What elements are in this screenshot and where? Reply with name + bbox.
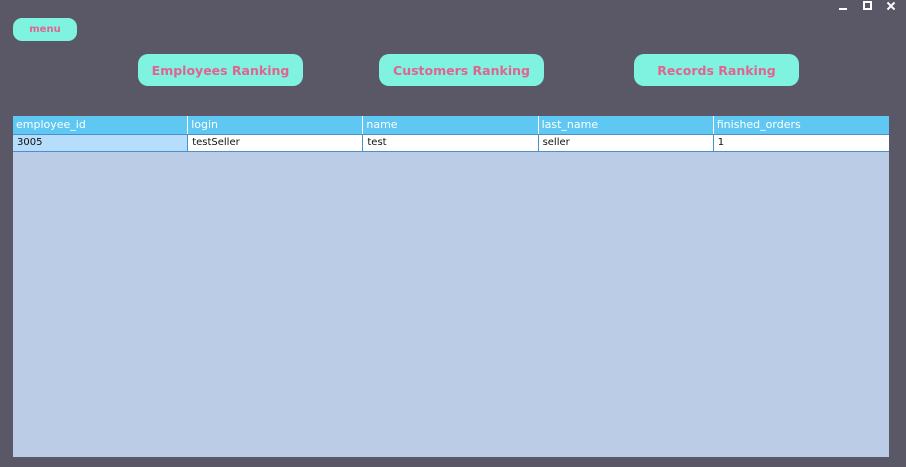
table-cell[interactable]: 1 [714, 135, 889, 151]
column-header-name[interactable]: name [363, 116, 539, 134]
table-cell[interactable]: testSeller [188, 135, 364, 151]
column-header-finished-orders[interactable]: finished_orders [714, 116, 889, 134]
column-header-login[interactable]: login [188, 116, 364, 134]
close-icon[interactable] [884, 0, 898, 12]
records-ranking-button[interactable]: Records Ranking [634, 54, 799, 86]
menu-button[interactable]: menu [13, 18, 77, 41]
column-header-last-name[interactable]: last_name [539, 116, 714, 134]
window-controls [836, 0, 898, 12]
table-cell[interactable]: seller [539, 135, 714, 151]
table-row[interactable]: 3005 testSeller test seller 1 [13, 134, 889, 152]
maximize-icon[interactable] [860, 0, 874, 12]
employees-ranking-button[interactable]: Employees Ranking [138, 54, 303, 86]
minimize-icon[interactable] [836, 0, 850, 12]
column-header-employee-id[interactable]: employee_id [13, 116, 189, 134]
ranking-table[interactable]: employee_id login name last_name finishe… [13, 116, 889, 457]
table-cell[interactable]: test [363, 135, 539, 151]
customers-ranking-button[interactable]: Customers Ranking [379, 54, 544, 86]
table-header-row: employee_id login name last_name finishe… [13, 116, 889, 134]
table-cell[interactable]: 3005 [13, 135, 189, 151]
